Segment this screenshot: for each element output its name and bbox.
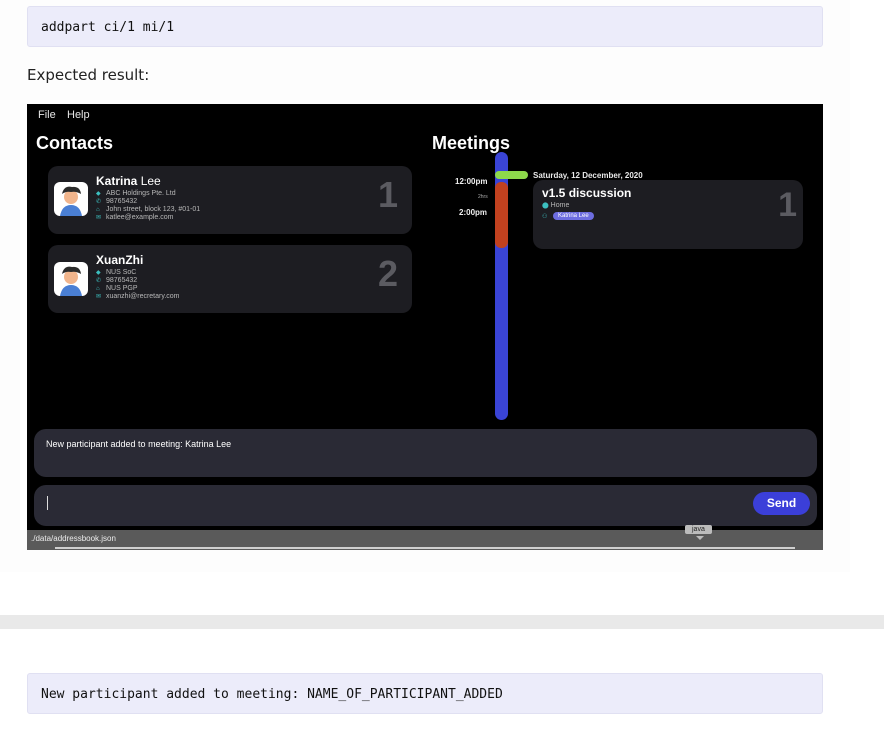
contact-name: XuanZhi — [96, 253, 144, 267]
contact-index: 1 — [377, 174, 398, 215]
phone-icon: ✆ — [96, 278, 102, 284]
meeting-card[interactable]: v1.5 discussion ⬤ Home ⚇ Katrina Lee 1 — [533, 180, 803, 249]
avatar — [54, 262, 88, 296]
command-code-block: addpart ci/1 mi/1 — [27, 6, 823, 47]
menu-file[interactable]: File — [38, 109, 56, 121]
menu-bar: File Help — [27, 104, 823, 126]
participant-tag[interactable]: Katrina Lee — [553, 212, 594, 220]
result-message: New participant added to meeting: Katrin… — [46, 439, 232, 449]
mail-icon: ✉ — [96, 294, 102, 300]
contact-phone: ✆ 98765432 — [96, 277, 138, 284]
meeting-location: ⬤ Home — [542, 202, 570, 209]
command-input[interactable]: Send — [34, 485, 817, 526]
send-button[interactable]: Send — [753, 492, 810, 515]
end-time: 2:00pm — [459, 208, 488, 217]
participants-icon: ⚇ — [542, 214, 548, 220]
building-icon: ◆ — [96, 270, 101, 276]
duration-label: 2hrs — [478, 194, 488, 200]
contact-phone: ✆ 98765432 — [96, 198, 138, 205]
app-screenshot: File Help Contacts Meetings Katrina Lee … — [27, 104, 823, 550]
timeline-date: Saturday, 12 December, 2020 — [533, 171, 643, 180]
contact-card[interactable]: XuanZhi ◆ NUS SoC ✆ 98765432 ⌂ NUS PGP ✉ xua… — [48, 245, 412, 313]
contact-address: ⌂ NUS PGP — [96, 285, 138, 292]
home-icon: ⌂ — [96, 207, 100, 213]
documentation-panel: addpart ci/1 mi/1 Expected result: File … — [0, 0, 850, 572]
contact-name: Katrina Lee — [96, 174, 161, 188]
home-icon: ⌂ — [96, 286, 100, 292]
meeting-title: v1.5 discussion — [542, 186, 632, 200]
contacts-title: Contacts — [36, 133, 114, 153]
contact-email: ✉ katlee@example.com — [96, 214, 174, 221]
window-edge — [55, 547, 795, 549]
result-display: New participant added to meeting: Katrin… — [34, 429, 817, 477]
timeline-date-marker — [495, 171, 528, 179]
menu-help[interactable]: Help — [67, 109, 90, 121]
timeline-event-block[interactable] — [495, 182, 508, 248]
avatar — [54, 182, 88, 216]
section-divider — [0, 615, 884, 629]
save-location: ./data/addressbook.json — [31, 534, 116, 543]
contact-address: ⌂ John street, block 123, #01-01 — [96, 206, 201, 213]
contact-company: ◆ NUS SoC — [96, 269, 137, 276]
meeting-index: 1 — [778, 186, 797, 224]
contact-email: ✉ xuanzhi@recretary.com — [96, 293, 180, 300]
text-caret — [47, 496, 48, 510]
meetings-title: Meetings — [432, 133, 511, 153]
start-time: 12:00pm — [455, 177, 488, 186]
tooltip-arrow — [696, 536, 704, 540]
phone-icon: ✆ — [96, 199, 102, 205]
contact-card[interactable]: Katrina Lee ◆ ABC Holdings Pte. Ltd ✆ 9876… — [48, 166, 412, 234]
mail-icon: ✉ — [96, 215, 102, 221]
expected-result-label: Expected result: — [27, 66, 150, 84]
contact-company: ◆ ABC Holdings Pte. Ltd — [96, 190, 176, 197]
message-code-block: New participant added to meeting: NAME_O… — [27, 673, 823, 714]
location-pin-icon: ⬤ — [542, 203, 549, 209]
building-icon: ◆ — [96, 191, 101, 197]
java-tooltip: java — [685, 525, 712, 534]
contact-index: 2 — [377, 253, 398, 294]
